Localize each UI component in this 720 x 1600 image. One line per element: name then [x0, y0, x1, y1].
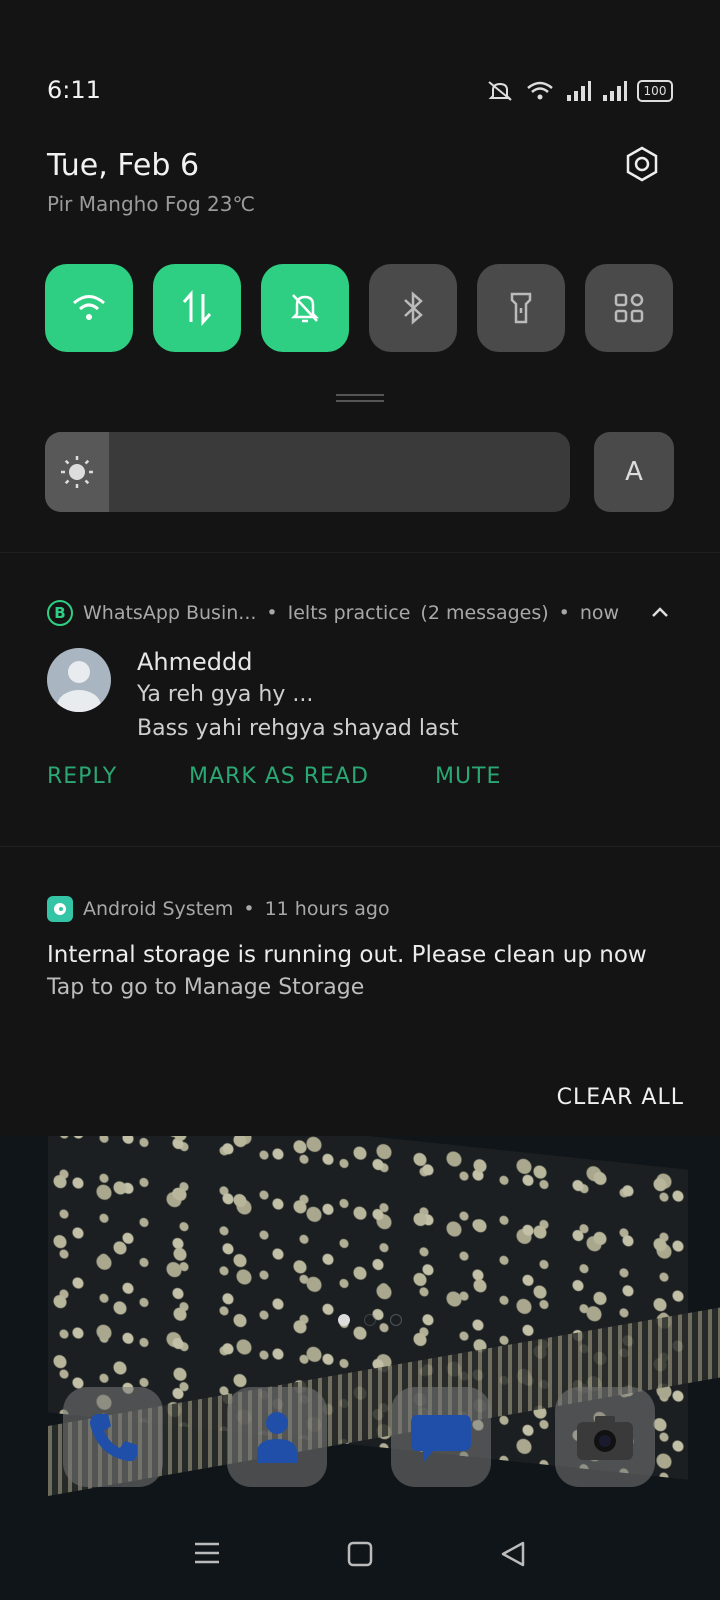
bluetooth-tile[interactable]	[369, 264, 457, 352]
navigation-bar	[0, 1540, 720, 1568]
signal-2-icon	[603, 81, 627, 101]
separator-dot: •	[558, 602, 570, 624]
silent-tile[interactable]	[261, 264, 349, 352]
wifi-icon	[73, 295, 105, 320]
camera-icon	[577, 1416, 633, 1460]
separator-dot: •	[243, 898, 255, 920]
bluetooth-icon	[404, 291, 423, 325]
divider	[0, 552, 720, 553]
weather-label: Pir Mangho Fog 23℃	[47, 192, 255, 216]
app-name: Android System	[83, 898, 234, 920]
contacts-app[interactable]	[227, 1387, 327, 1487]
status-icons: 100	[485, 80, 673, 102]
notification-time: now	[579, 602, 620, 624]
whatsapp-business-icon: B	[47, 600, 73, 626]
menu-nav-icon[interactable]	[193, 1540, 221, 1566]
page-dot	[390, 1314, 402, 1326]
home-nav-icon[interactable]	[346, 1540, 374, 1568]
phone-app[interactable]	[63, 1387, 163, 1487]
page-indicator	[338, 1314, 402, 1326]
whatsapp-notification-header[interactable]: B WhatsApp Busin... • Ielts practice (2 …	[47, 600, 619, 626]
more-tiles-tile[interactable]	[585, 264, 673, 352]
quick-settings-tiles	[45, 264, 673, 352]
flashlight-tile[interactable]	[477, 264, 565, 352]
android-system-icon	[47, 896, 73, 922]
camera-app[interactable]	[555, 1387, 655, 1487]
divider	[0, 846, 720, 847]
system-notification-header[interactable]: Android System • 11 hours ago	[47, 896, 390, 922]
storage-warning-subtitle[interactable]: Tap to go to Manage Storage	[47, 975, 364, 1000]
sun-icon	[61, 456, 93, 488]
more-tiles-icon	[614, 293, 644, 323]
brightness-fill	[45, 432, 109, 512]
messages-icon	[411, 1415, 471, 1463]
clear-all-button[interactable]: CLEAR ALL	[557, 1085, 684, 1110]
brightness-slider[interactable]	[45, 432, 570, 512]
messages-app[interactable]	[391, 1387, 491, 1487]
mute-button[interactable]: MUTE	[435, 764, 501, 789]
app-name: WhatsApp Busin...	[83, 602, 257, 624]
flashlight-icon	[510, 292, 532, 324]
panel-drag-handle[interactable]	[336, 394, 384, 402]
date-label: Tue, Feb 6	[47, 148, 200, 183]
silent-icon	[290, 294, 320, 323]
wifi-status-icon	[527, 81, 553, 100]
wifi-tile[interactable]	[45, 264, 133, 352]
app-dock	[63, 1387, 655, 1487]
mark-as-read-button[interactable]: MARK AS READ	[189, 764, 369, 789]
sender-name: Ahmeddd	[137, 648, 253, 676]
page-dot	[338, 1314, 350, 1326]
silent-status-icon	[488, 81, 512, 101]
conversation-name: Ielts practice	[287, 602, 411, 624]
mobile-data-icon	[182, 290, 212, 326]
storage-warning-title[interactable]: Internal storage is running out. Please …	[47, 942, 647, 968]
battery-icon: 100	[637, 80, 673, 102]
auto-brightness-button[interactable]: A	[594, 432, 674, 512]
page-dot	[364, 1314, 376, 1326]
message-line: Ya reh gya hy ...	[137, 682, 314, 707]
notification-time: 11 hours ago	[264, 898, 390, 920]
message-count: (2 messages)	[420, 602, 549, 624]
message-line: Bass yahi rehgya shayad last	[137, 716, 459, 741]
settings-gear-icon[interactable]	[624, 146, 660, 182]
signal-1-icon	[567, 81, 591, 101]
home-wallpaper	[0, 1136, 720, 1600]
contacts-icon	[257, 1412, 297, 1463]
status-time: 6:11	[47, 76, 101, 104]
separator-dot: •	[266, 602, 278, 624]
default-avatar-icon	[57, 661, 101, 712]
reply-button[interactable]: REPLY	[47, 764, 117, 789]
mobile-data-tile[interactable]	[153, 264, 241, 352]
collapse-chevron-icon[interactable]	[648, 604, 672, 620]
avatar	[47, 648, 111, 712]
storage-icon	[54, 903, 66, 915]
back-nav-icon[interactable]	[499, 1540, 527, 1568]
phone-icon	[90, 1414, 137, 1462]
